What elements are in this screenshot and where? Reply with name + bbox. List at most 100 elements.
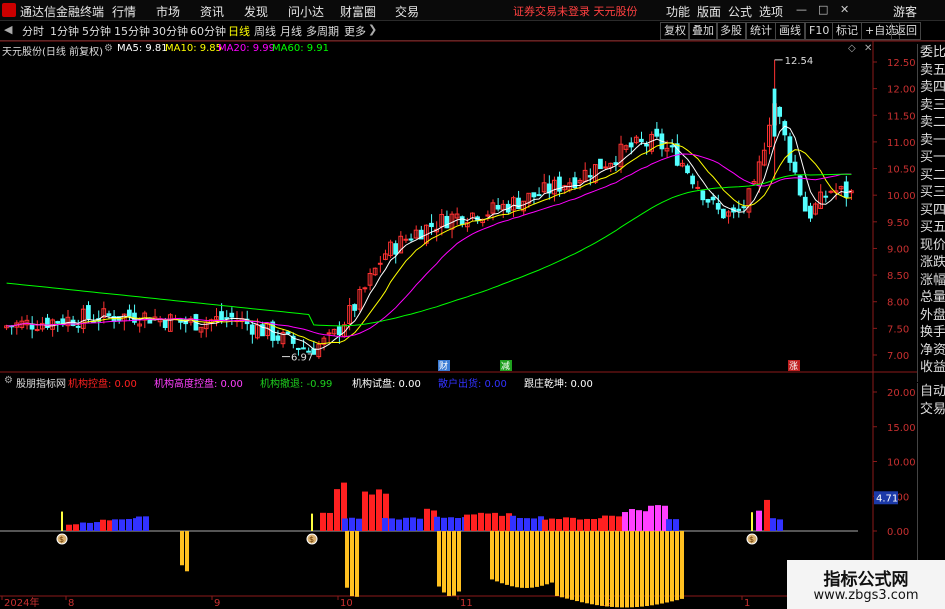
indicator-bar: [510, 515, 516, 531]
gold-bar: [540, 531, 544, 586]
indicator-bar: [584, 518, 590, 531]
watermark: 指标公式网 www.zbgs3.com: [787, 560, 945, 609]
gold-bar: [355, 531, 359, 597]
indicator-tick: 10.00: [887, 458, 916, 469]
side-item-7[interactable]: 买二: [918, 167, 945, 185]
gold-bar: [520, 531, 524, 588]
candle-body: [55, 321, 61, 324]
indicator-bar: [424, 508, 430, 531]
indicator-bar: [464, 514, 470, 531]
side-item-13[interactable]: 涨幅: [918, 272, 945, 290]
candle-body: [162, 319, 168, 328]
candle-body: [34, 329, 40, 332]
gold-bar: [675, 531, 679, 601]
indicator-bar: [382, 517, 388, 531]
date-tick: 8: [68, 598, 74, 609]
side-item-11[interactable]: 现价: [918, 237, 945, 255]
side-lower-item-1[interactable]: 交易: [918, 401, 945, 419]
price-tick: 12.50: [887, 58, 916, 69]
side-item-12[interactable]: 涨跌: [918, 254, 945, 272]
gold-bar: [510, 531, 514, 587]
gold-bar: [350, 531, 354, 597]
candle-body: [685, 165, 690, 174]
side-item-16[interactable]: 换手: [918, 324, 945, 342]
price-tick: 10.50: [887, 165, 916, 176]
gold-bar: [595, 531, 599, 606]
side-item-5[interactable]: 卖一: [918, 132, 945, 150]
gold-bar: [605, 531, 609, 607]
candle-body: [219, 311, 224, 321]
coin-icon-glyph: $: [749, 535, 754, 544]
candle-body: [690, 175, 695, 185]
gold-bar: [615, 531, 619, 608]
indicator-bar: [570, 517, 576, 531]
date-tick: 10: [340, 598, 353, 609]
kline-chart[interactable]: 12.5012.0011.5011.0010.5010.009.509.008.…: [0, 0, 945, 609]
indicator-bar: [648, 505, 654, 531]
price-tick: 7.00: [887, 351, 909, 362]
indicator-field-3: 机构试盘: 0.00: [352, 379, 421, 390]
side-item-9[interactable]: 买四: [918, 202, 945, 220]
gold-bar: [505, 531, 509, 585]
side-item-2[interactable]: 卖四: [918, 79, 945, 97]
side-item-1[interactable]: 卖五: [918, 62, 945, 80]
candle-body: [275, 335, 281, 341]
event-marker-label: 涨: [789, 361, 798, 372]
indicator-bar: [485, 513, 491, 531]
indicator-bar: [334, 489, 340, 531]
candle-body: [536, 194, 542, 197]
indicator-bar: [655, 505, 661, 531]
candle-body: [695, 186, 701, 189]
indicator-bar: [327, 512, 333, 531]
indicator-tick: 20.00: [887, 388, 916, 399]
indicator-bar: [616, 516, 622, 531]
side-item-0[interactable]: 委比: [918, 44, 945, 62]
side-item-18[interactable]: 收益: [918, 359, 945, 377]
gold-bar: [600, 531, 604, 606]
side-item-8[interactable]: 买三: [918, 184, 945, 202]
candle-body: [823, 195, 829, 198]
side-item-4[interactable]: 卖二: [918, 114, 945, 132]
candle-body: [587, 175, 593, 178]
gold-bar: [545, 531, 549, 585]
coin-icon-glyph: $: [309, 535, 314, 544]
side-item-15[interactable]: 外盘: [918, 307, 945, 325]
side-lower-item-0[interactable]: 自动: [918, 383, 945, 401]
candle-body: [336, 326, 342, 336]
indicator-bar: [542, 519, 548, 531]
side-item-6[interactable]: 买一: [918, 149, 945, 167]
candle-body: [603, 166, 608, 169]
candle-body: [787, 136, 793, 163]
indicator-bar: [524, 518, 530, 531]
price-tick: 10.00: [887, 191, 916, 202]
candle-body: [710, 196, 716, 201]
indicator-bar: [143, 516, 149, 531]
gold-bar: [610, 531, 614, 607]
gold-bar: [525, 531, 529, 588]
indicator-bar: [492, 512, 498, 531]
indicator-bar: [770, 518, 776, 531]
indicator-bar: [756, 510, 762, 531]
side-item-3[interactable]: 卖三: [918, 97, 945, 115]
indicator-name: 股朋指标网: [16, 379, 66, 390]
indicator-bar: [403, 517, 409, 531]
gold-bar: [570, 531, 574, 600]
candle-body: [741, 206, 747, 209]
indicator-bar: [389, 518, 395, 531]
gold-bar: [635, 531, 639, 608]
indicator-field-2: 机构撤退: -0.99: [260, 379, 333, 390]
candle-body: [736, 208, 742, 212]
indicator-bar: [410, 517, 416, 531]
price-tick: 11.00: [887, 138, 916, 149]
indicator-settings-icon[interactable]: ⚙: [4, 375, 13, 386]
side-item-10[interactable]: 买五: [918, 219, 945, 237]
candle-body: [777, 106, 783, 117]
indicator-field-5: 跟庄乾坤: 0.00: [524, 379, 593, 390]
indicator-bar: [478, 512, 484, 531]
side-item-17[interactable]: 净资: [918, 342, 945, 360]
indicator-bar: [320, 512, 326, 531]
date-tick: 1: [744, 598, 750, 609]
indicator-bar: [66, 524, 72, 531]
side-item-14[interactable]: 总量: [918, 289, 945, 307]
gold-bar: [640, 531, 644, 607]
